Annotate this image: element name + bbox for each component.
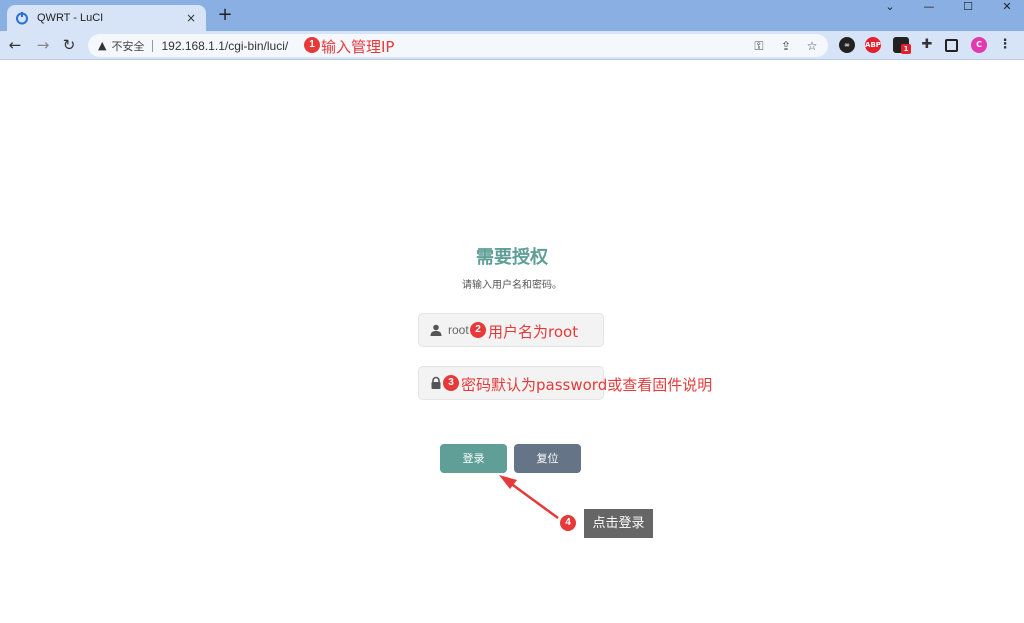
tab-close-icon[interactable]: × [184, 11, 198, 25]
extension-badge-icon[interactable]: 1 [893, 37, 911, 54]
annotation-text-2: 用户名为root [488, 323, 579, 341]
address-bar[interactable]: ▲ 不安全 192.168.1.1/cgi-bin/luci/ ⚿ ⇪ ☆ [88, 34, 828, 57]
share-icon[interactable]: ⇪ [778, 38, 794, 54]
url-text[interactable]: 192.168.1.1/cgi-bin/luci/ [161, 39, 288, 53]
bookmark-star-icon[interactable]: ☆ [804, 38, 820, 54]
annotation-text-3: 密码默认为password或查看固件说明 [461, 376, 713, 394]
annotation-arrow [499, 475, 559, 520]
side-panel-icon[interactable] [945, 39, 958, 52]
annotation-callout-4: 点击登录 [584, 509, 653, 538]
browser-tab[interactable]: QWRT - LuCI × [7, 5, 206, 31]
luci-favicon-icon [16, 12, 28, 25]
warning-triangle-icon[interactable]: ▲ [98, 39, 106, 52]
back-arrow-icon[interactable]: ← [6, 36, 24, 54]
login-button[interactable]: 登录 [440, 444, 507, 473]
tab-title: QWRT - LuCI [37, 12, 104, 24]
annotation-badge-4: 4 [560, 515, 576, 531]
annotation-badge-2: 2 [470, 322, 486, 338]
tab-search-chevron-icon[interactable]: ⌄ [871, 0, 909, 14]
page-subtitle: 请输入用户名和密码。 [462, 280, 562, 291]
annotation-text-1: 输入管理IP [321, 38, 395, 56]
reset-button[interactable]: 复位 [514, 444, 581, 473]
close-window-icon[interactable]: ✕ [988, 0, 1024, 14]
profile-avatar[interactable]: C [971, 37, 987, 53]
security-label[interactable]: 不安全 [111, 38, 144, 54]
omnibox-separator [152, 39, 154, 52]
adblock-plus-icon[interactable]: ABP [865, 37, 881, 53]
reload-icon[interactable]: ↻ [60, 36, 78, 54]
minimize-icon[interactable]: — [910, 0, 948, 14]
page-title: 需要授权 [476, 247, 548, 268]
user-icon [430, 324, 442, 336]
lock-icon [431, 376, 441, 389]
annotation-badge-1: 1 [304, 37, 320, 53]
browser-title-bar: QWRT - LuCI × + ⌄ — ☐ ✕ [0, 0, 1024, 31]
maximize-icon[interactable]: ☐ [949, 0, 987, 14]
puzzle-icon[interactable]: ✚ [919, 37, 935, 53]
username-value[interactable]: root [448, 323, 469, 337]
new-tab-button[interactable]: + [216, 5, 234, 25]
forward-arrow-icon[interactable]: → [34, 36, 52, 54]
browser-toolbar: ← → ↻ ▲ 不安全 192.168.1.1/cgi-bin/luci/ ⚿ … [0, 31, 1024, 60]
menu-kebab-icon[interactable]: ⋮ [997, 37, 1013, 53]
annotation-badge-3: 3 [443, 375, 459, 391]
extension-badge-count: 1 [901, 44, 911, 54]
key-icon[interactable]: ⚿ [751, 38, 767, 54]
extension-glasses-icon[interactable]: ∞ [839, 37, 855, 53]
